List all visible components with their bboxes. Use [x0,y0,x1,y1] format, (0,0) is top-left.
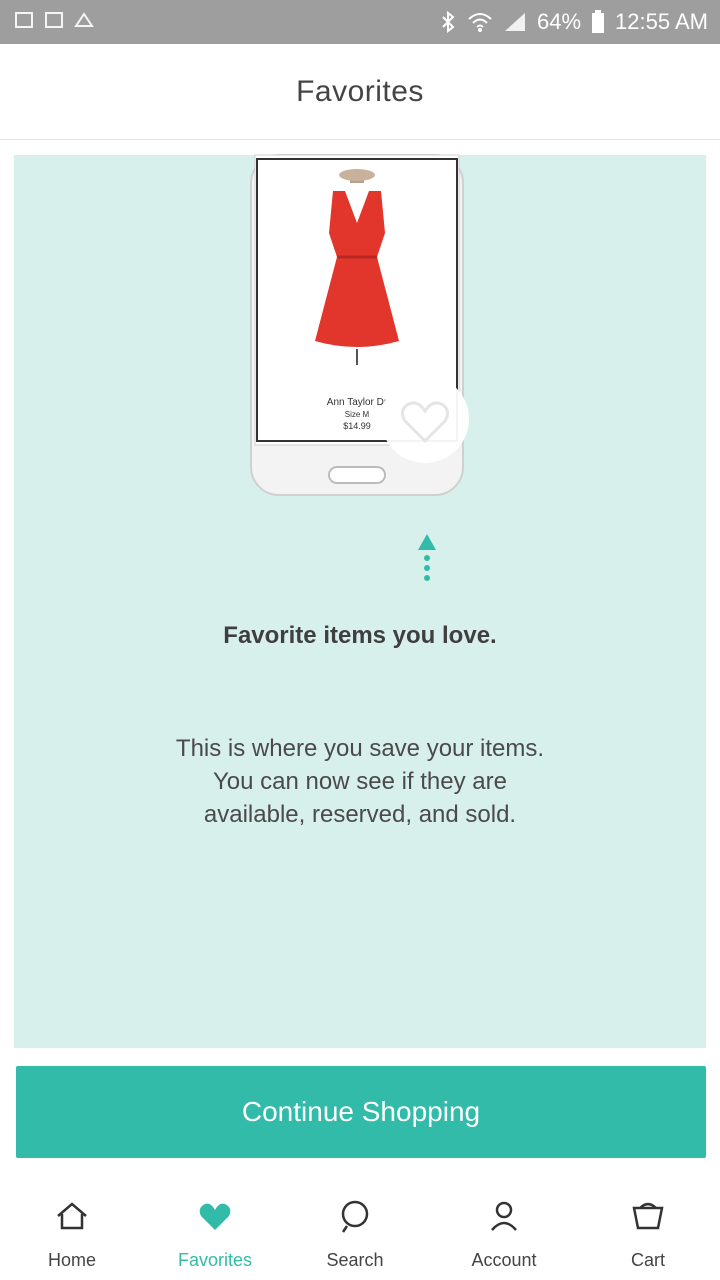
notification-icon [15,12,33,28]
continue-shopping-button[interactable]: Continue Shopping [16,1066,706,1158]
description-line: You can now see if they are [213,768,507,795]
home-icon [57,1202,87,1230]
description-line: available, reserved, and sold. [203,801,517,828]
empty-state-description: This is where you save your items. You c… [130,732,590,831]
status-bar: 64% 12:55 AM [0,0,720,44]
nav-label: Home [47,1250,96,1270]
empty-state-title: Favorite items you love. [223,622,497,649]
battery-icon [592,10,605,33]
product-name: Ann Taylor Dr [327,397,388,408]
heart-bubble [381,375,469,463]
nav-item-favorites[interactable]: Favorites [160,1180,270,1280]
nav-label: Search [326,1250,384,1270]
cart-icon [632,1202,664,1230]
bluetooth-icon [442,10,455,34]
nav-item-home[interactable]: Home [17,1180,127,1280]
notification-icon [74,12,94,27]
search-icon [341,1200,369,1233]
bottom-nav: Home Favorites Search Account Cart [0,1180,720,1280]
app-header: Favorites [0,44,720,140]
nav-item-cart[interactable]: Cart [593,1180,703,1280]
page-title: Favorites [296,74,424,108]
arrow-up-icon [418,534,436,581]
battery-percent: 64% [537,9,582,34]
signal-icon [505,13,525,31]
heart-icon [199,1203,231,1230]
nav-label: Cart [630,1250,665,1270]
product-price: $14.99 [343,421,371,431]
status-left-icons [14,10,94,30]
wifi-icon [468,13,492,32]
notification-icon [45,12,63,28]
product-size: Size M [345,410,370,419]
nav-item-search[interactable]: Search [300,1180,410,1280]
status-right: 64% 12:55 AM [439,9,708,35]
status-time: 12:55 AM [615,9,708,34]
favorites-illustration: Ann Taylor Dr Size M $14.99 [250,154,469,496]
account-icon [491,1201,517,1231]
nav-label: Account [471,1250,537,1270]
description-line: This is where you save your items. [175,735,545,762]
nav-item-account[interactable]: Account [449,1180,559,1280]
nav-label: Favorites [177,1250,253,1270]
